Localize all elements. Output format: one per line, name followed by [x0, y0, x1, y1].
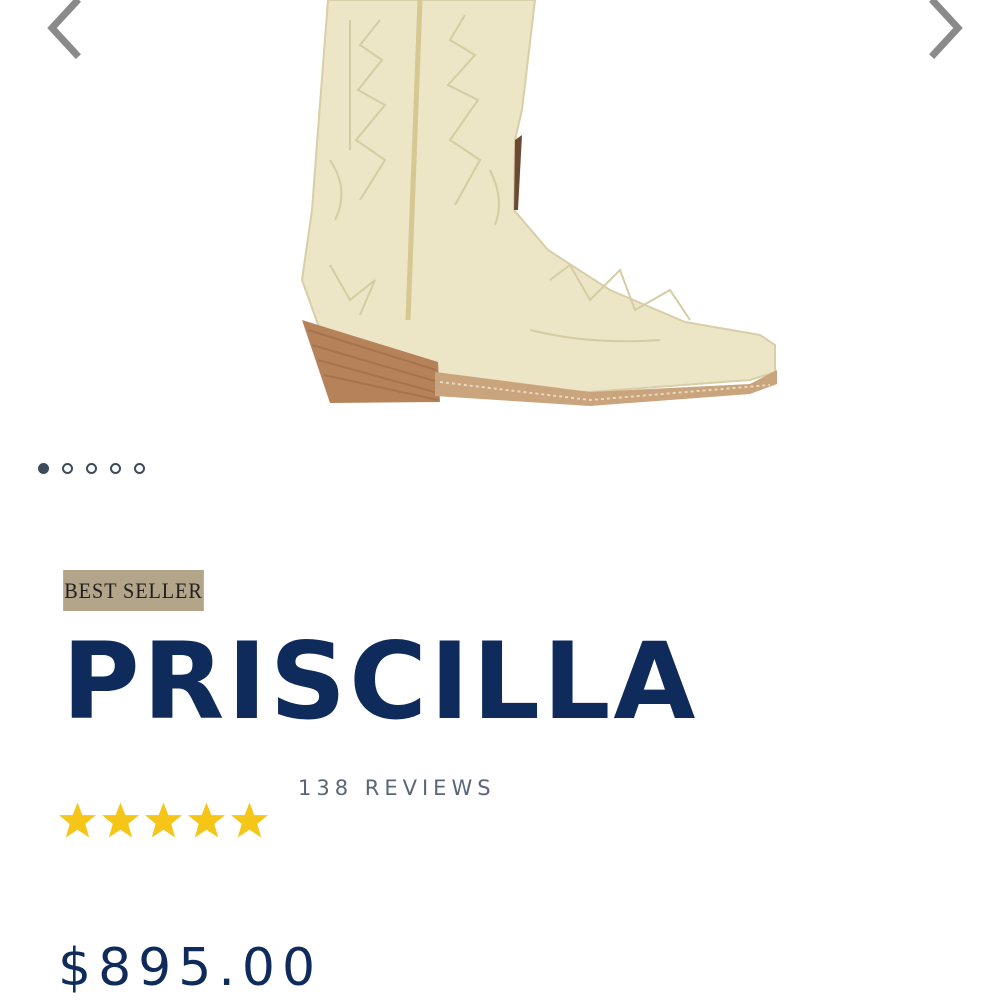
carousel-pagination: [38, 463, 145, 474]
star-icon: [144, 802, 183, 838]
chevron-left-icon: [47, 0, 81, 59]
product-title: PRISCILLA: [62, 620, 699, 743]
chevron-right-icon: [929, 0, 963, 59]
star-icon: [187, 802, 226, 838]
carousel-dot[interactable]: [110, 463, 121, 474]
carousel-dot[interactable]: [62, 463, 73, 474]
star-icon: [58, 802, 97, 838]
cowboy-boot-image: [300, 0, 777, 406]
star-icon: [101, 802, 140, 838]
next-image-button[interactable]: [926, 0, 970, 60]
star-icon: [230, 802, 269, 838]
image-gallery[interactable]: [0, 0, 1000, 440]
rating-stars: [58, 800, 269, 840]
product-price: $895.00: [58, 938, 323, 998]
reviews-link[interactable]: 138 REVIEWS: [298, 776, 496, 800]
carousel-dot[interactable]: [134, 463, 145, 474]
best-seller-badge: BEST SELLER: [63, 570, 204, 611]
previous-image-button[interactable]: [40, 0, 84, 60]
carousel-dot[interactable]: [38, 463, 49, 474]
carousel-dot[interactable]: [86, 463, 97, 474]
